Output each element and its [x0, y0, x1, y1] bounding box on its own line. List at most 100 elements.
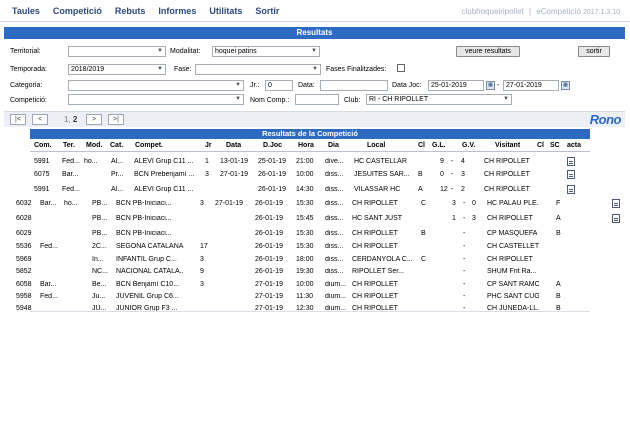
territorial-label: Territorial: [10, 48, 41, 55]
cell-compet: NACIONAL CATALA... [116, 268, 184, 275]
temporada-select[interactable]: 2018/2019 ▼ [68, 64, 166, 75]
cell-dash: - [463, 215, 466, 222]
col-sc[interactable]: SC [550, 142, 560, 149]
col-local[interactable]: Local [367, 142, 385, 149]
cell-com: 5958 [16, 293, 32, 300]
col-dia[interactable]: Dia [328, 142, 339, 149]
col-djoc[interactable]: D.Joc [263, 142, 282, 149]
col-data[interactable]: Data [226, 142, 241, 149]
jr-label: Jr.: [250, 82, 260, 89]
cell-dash: - [451, 158, 454, 165]
table-row[interactable]: 5852 NC... NACIONAL CATALA... 9 26-01-19 19:3… [0, 267, 630, 278]
page-link-1[interactable]: 1, [64, 115, 71, 124]
competicio-select[interactable]: ▼ [68, 94, 244, 105]
table-row[interactable]: 6029 PB... BCN PB-Iniciaci... 26-01-19 15:30… [0, 229, 630, 240]
data-joc-to-input[interactable]: 27-01-2019 [503, 80, 559, 91]
last-page-button[interactable]: >| [108, 114, 124, 125]
col-mod[interactable]: Mod. [86, 142, 102, 149]
col-cat[interactable]: Cat. [110, 142, 123, 149]
results-title: Resultats de la Competició [30, 129, 590, 139]
nom-comp-input[interactable] [295, 94, 339, 105]
table-row[interactable]: 5969 In... INFANTIL Grup C... 3 26-01-19 18:0… [0, 255, 630, 266]
competicio-label: Competició: [10, 97, 47, 104]
cell-visitant: CP MASQUEFA [487, 230, 538, 237]
next-page-button[interactable]: > [86, 114, 102, 125]
menu-competicio[interactable]: Competició [53, 6, 102, 16]
jr-input[interactable]: 0 [265, 80, 293, 91]
col-cl[interactable]: Cl [418, 142, 425, 149]
cell-dash: - [463, 281, 466, 288]
cell-cat: PB... [92, 215, 108, 222]
data-input[interactable] [320, 80, 388, 91]
cell-local: CH RIPOLLET [352, 293, 398, 300]
table-row[interactable]: 5536 Fed... 2C... SEGONA CATALANA... 17 26-01… [0, 242, 630, 253]
prev-page-button[interactable]: < [32, 114, 48, 125]
club-label: Club: [344, 97, 361, 104]
chevron-down-icon: ▼ [157, 48, 163, 54]
territorial-select[interactable]: ▼ [68, 46, 166, 57]
menu-utilitats[interactable]: Utilitats [209, 6, 242, 16]
cell-gl: 1 [452, 215, 456, 222]
cell-dia: diss... [325, 186, 344, 193]
cell-dia: diss... [325, 215, 344, 222]
col-cl2[interactable]: Cl [537, 142, 544, 149]
calendar-icon[interactable]: ▦ [486, 81, 495, 90]
fase-select[interactable]: ▼ [195, 64, 321, 75]
cell-djoc: 27-01-19 [255, 293, 284, 300]
top-navigation: Taules Competició Rebuts Informes Utilit… [0, 0, 630, 22]
table-row[interactable]: 5991 Fed... ho... Al... ALEVÍ Grup C11 ... 1 1… [0, 157, 630, 168]
acta-document-icon[interactable] [567, 157, 575, 166]
modalitat-select[interactable]: hoquei patins ▼ [212, 46, 320, 57]
cell-jr: 3 [200, 256, 204, 263]
cell-gv: 4 [461, 158, 465, 165]
categoria-select[interactable]: ▼ [68, 80, 244, 91]
acta-document-icon[interactable] [612, 214, 620, 223]
col-com[interactable]: Com. [34, 142, 52, 149]
cell-local: RIPOLLET Ser... [352, 268, 405, 275]
table-row[interactable]: 6032 Bar... ho... PB... BCN PB-Iniciaci... 3 2… [0, 199, 630, 210]
menu-informes[interactable]: Informes [158, 6, 196, 16]
table-row[interactable]: 6075 Bar... Pr... BCN Prebenjamí ... 3 27-01-… [0, 170, 630, 181]
first-page-button[interactable]: |< [10, 114, 26, 125]
table-row[interactable]: 5991 Fed... Al... ALEVÍ Grup C11 ... 26-01-1… [0, 185, 630, 196]
cell-local: CH RIPOLLET [352, 243, 398, 250]
sortir-button[interactable]: sortir [578, 46, 610, 57]
cell-djoc: 26-01-19 [255, 268, 284, 275]
acta-document-icon[interactable] [567, 185, 575, 194]
cell-dia: diss... [325, 243, 344, 250]
menu-taules[interactable]: Taules [12, 6, 40, 16]
chevron-down-icon: ▼ [311, 48, 317, 54]
col-compet[interactable]: Compet. [135, 142, 163, 149]
cell-cl: B [421, 230, 426, 237]
table-row[interactable]: 5948 JÚ... JÚNIOR Grup F3 ... 27-01-19 12:30… [0, 304, 630, 315]
acta-document-icon[interactable] [612, 199, 620, 208]
cell-data: 13-01-19 [220, 158, 249, 165]
club-select[interactable]: RI - CH RIPOLLET ▼ [366, 94, 512, 105]
acta-document-icon[interactable] [567, 170, 575, 179]
data-joc-from-input[interactable]: 25-01-2019 [428, 80, 484, 91]
veure-resultats-button[interactable]: veure resultats [456, 46, 520, 57]
cell-cat: PB... [92, 200, 108, 207]
cell-cat: Pr... [111, 171, 124, 178]
col-ter[interactable]: Ter. [63, 142, 75, 149]
table-row[interactable]: 6028 PB... BCN PB-Iniciaci... 26-01-19 15:45… [0, 214, 630, 225]
menu-sortir[interactable]: Sortir [255, 6, 279, 16]
fases-finalitzades-checkbox[interactable] [397, 64, 405, 72]
col-visitant[interactable]: Visitant [495, 142, 520, 149]
menu-rebuts[interactable]: Rebuts [115, 6, 146, 16]
cell-djoc: 26-01-19 [258, 186, 287, 193]
col-gl[interactable]: G.L. [432, 142, 446, 149]
cell-compet: INFANTIL Grup C... [116, 256, 177, 263]
col-acta[interactable]: acta [567, 142, 581, 149]
calendar-icon[interactable]: ▦ [561, 81, 570, 90]
cell-cl2: F [556, 200, 561, 207]
col-gv[interactable]: G.V. [462, 142, 475, 149]
col-jr[interactable]: Jr [205, 142, 212, 149]
table-row[interactable]: 5958 Fed... Ju... JUVENIL Grup C6... 27-01-1… [0, 292, 630, 303]
cell-local: JESUÏTES SAR... [354, 171, 410, 178]
cell-local: CH RIPOLLET [352, 230, 398, 237]
table-row[interactable]: 6058 Bar... Be... BCN Benjamí C10... 3 27-01-… [0, 280, 630, 291]
col-hora[interactable]: Hora [298, 142, 314, 149]
cell-com: 5991 [34, 186, 50, 193]
chevron-down-icon: ▼ [503, 96, 509, 102]
